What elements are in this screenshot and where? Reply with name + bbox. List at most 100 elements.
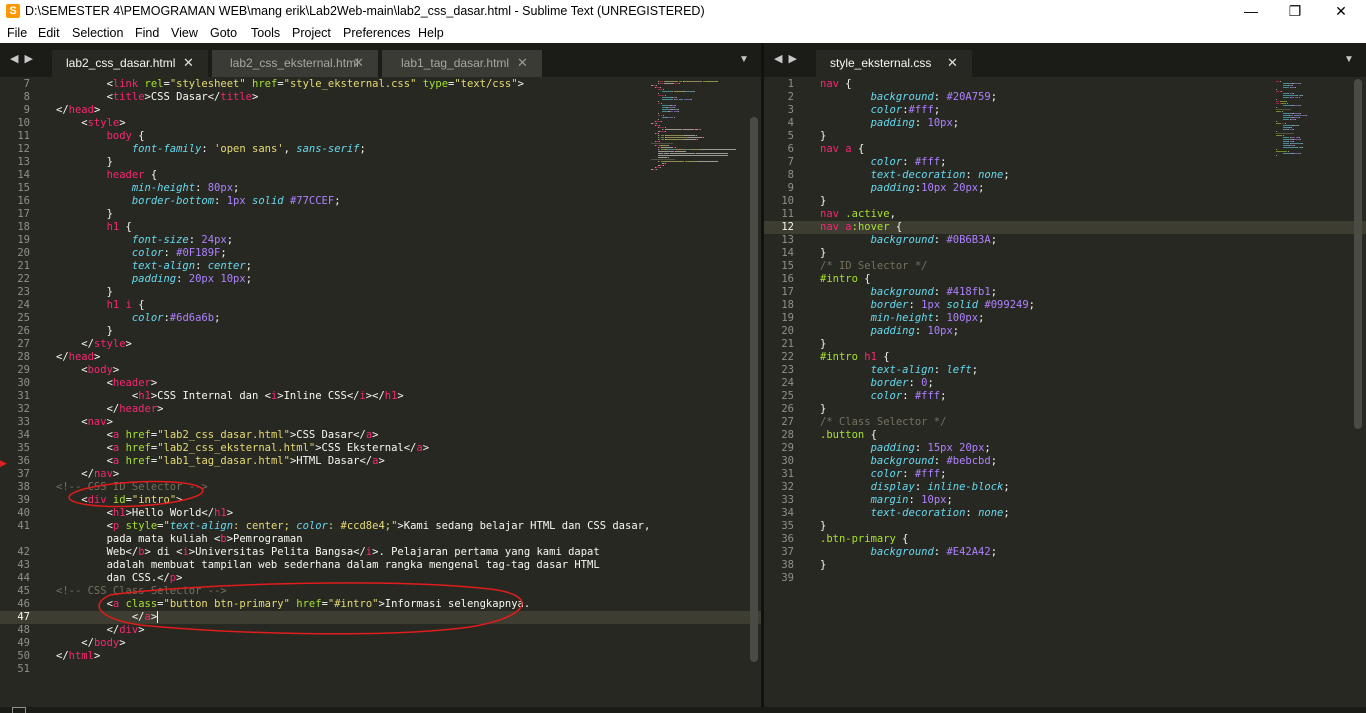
code-line[interactable]: 38 <!-- CSS ID Selector --> bbox=[0, 481, 761, 494]
close-tab-icon[interactable]: ✕ bbox=[517, 55, 528, 71]
vertical-scrollbar[interactable] bbox=[750, 117, 758, 662]
code-line[interactable]: 47 </a> bbox=[0, 611, 761, 624]
code-line[interactable]: 11 body { bbox=[0, 130, 761, 143]
code-line[interactable]: 38} bbox=[764, 559, 1366, 572]
code-line[interactable]: 35 <a href="lab2_css_eksternal.html">CSS… bbox=[0, 442, 761, 455]
code-line[interactable]: 16 border-bottom: 1px solid #77CCEF; bbox=[0, 195, 761, 208]
menu-edit[interactable]: Edit bbox=[38, 26, 60, 40]
code-line[interactable]: 40 <h1>Hello World</h1> bbox=[0, 507, 761, 520]
code-line[interactable]: 21 text-align: center; bbox=[0, 260, 761, 273]
code-line[interactable]: 16 #intro { bbox=[764, 273, 1366, 286]
code-line[interactable]: 32 </header> bbox=[0, 403, 761, 416]
vertical-scrollbar[interactable] bbox=[1354, 79, 1362, 429]
code-line[interactable]: 30 <header> bbox=[0, 377, 761, 390]
tab-nav-arrows-icon[interactable]: ◀▶ bbox=[10, 52, 39, 65]
code-line[interactable]: 27 </style> bbox=[0, 338, 761, 351]
code-line[interactable]: 12 nav a:hover { bbox=[764, 221, 1366, 234]
menu-view[interactable]: View bbox=[171, 26, 198, 40]
menu-selection[interactable]: Selection bbox=[72, 26, 123, 40]
tab-dropdown-icon[interactable]: ▼ bbox=[1344, 54, 1354, 65]
code-line[interactable]: 21} bbox=[764, 338, 1366, 351]
code-line[interactable]: 51 bbox=[0, 663, 761, 676]
code-line[interactable]: 30 background: #bebcbd; bbox=[764, 455, 1366, 468]
minimap[interactable] bbox=[1276, 77, 1366, 187]
menu-preferences[interactable]: Preferences bbox=[343, 26, 410, 40]
menu-file[interactable]: File bbox=[7, 26, 27, 40]
code-line[interactable]: 20 padding: 10px; bbox=[764, 325, 1366, 338]
code-line[interactable]: pada mata kuliah <b>Pemrograman bbox=[0, 533, 761, 546]
code-line[interactable]: 11 nav .active, bbox=[764, 208, 1366, 221]
code-line[interactable]: 20 color: #0F189F; bbox=[0, 247, 761, 260]
code-line[interactable]: 25 color: #fff; bbox=[764, 390, 1366, 403]
code-line[interactable]: 26} bbox=[764, 403, 1366, 416]
code-line[interactable]: 43 adalah membuat tampilan web sederhana… bbox=[0, 559, 761, 572]
code-line[interactable]: 10} bbox=[764, 195, 1366, 208]
code-line[interactable]: 12 font-family: 'open sans', sans-serif; bbox=[0, 143, 761, 156]
code-line[interactable]: 29 padding: 15px 20px; bbox=[764, 442, 1366, 455]
code-line[interactable]: 33 <nav> bbox=[0, 416, 761, 429]
code-line[interactable]: 29 <body> bbox=[0, 364, 761, 377]
code-line[interactable]: 35} bbox=[764, 520, 1366, 533]
code-line[interactable]: 15 /* ID Selector */ bbox=[764, 260, 1366, 273]
maximize-button[interactable]: ❐ bbox=[1272, 0, 1318, 23]
code-line[interactable]: 9 </head> bbox=[0, 104, 761, 117]
code-line[interactable]: 22 #intro h1 { bbox=[764, 351, 1366, 364]
minimize-button[interactable]: — bbox=[1228, 0, 1274, 23]
code-line[interactable]: 23 text-align: left; bbox=[764, 364, 1366, 377]
code-line[interactable]: 19 font-size: 24px; bbox=[0, 234, 761, 247]
code-line[interactable]: 46 <a class="button btn-primary" href="#… bbox=[0, 598, 761, 611]
code-line[interactable]: 36 .btn-primary { bbox=[764, 533, 1366, 546]
code-line[interactable]: 28 .button { bbox=[764, 429, 1366, 442]
code-line[interactable]: 14} bbox=[764, 247, 1366, 260]
code-line[interactable]: 36 <a href="lab1_tag_dasar.html">HTML Da… bbox=[0, 455, 761, 468]
code-line[interactable]: 34 text-decoration: none; bbox=[764, 507, 1366, 520]
code-line[interactable]: 31 color: #fff; bbox=[764, 468, 1366, 481]
code-line[interactable]: 19 min-height: 100px; bbox=[764, 312, 1366, 325]
tab-lab1-tag-dasar[interactable]: lab1_tag_dasar.html ✕ bbox=[382, 50, 542, 77]
code-line[interactable]: 18 h1 { bbox=[0, 221, 761, 234]
code-line[interactable]: 26 } bbox=[0, 325, 761, 338]
close-tab-icon[interactable]: ✕ bbox=[183, 55, 194, 71]
code-line[interactable]: 41 <p style="text-align: center; color: … bbox=[0, 520, 761, 533]
menu-goto[interactable]: Goto bbox=[210, 26, 237, 40]
code-line[interactable]: 27 /* Class Selector */ bbox=[764, 416, 1366, 429]
code-line[interactable]: 50 </html> bbox=[0, 650, 761, 663]
code-line[interactable]: 37 </nav> bbox=[0, 468, 761, 481]
code-line[interactable]: 24 h1 i { bbox=[0, 299, 761, 312]
tab-lab2-css-dasar[interactable]: lab2_css_dasar.html ✕ bbox=[52, 50, 208, 77]
panel-toggle-icon[interactable] bbox=[12, 707, 26, 713]
code-line[interactable]: 39 <div id="intro"> bbox=[0, 494, 761, 507]
close-tab-icon[interactable]: ✕ bbox=[353, 55, 364, 71]
code-line[interactable]: 31 <h1>CSS Internal dan <i>Inline CSS</i… bbox=[0, 390, 761, 403]
code-area[interactable]: 7 <link rel="stylesheet" href="style_eks… bbox=[0, 78, 761, 676]
code-line[interactable]: 28 </head> bbox=[0, 351, 761, 364]
tab-lab2-css-eksternal[interactable]: lab2_css_eksternal.html ✕ bbox=[212, 50, 378, 77]
code-line[interactable]: 49 </body> bbox=[0, 637, 761, 650]
code-line[interactable]: 24 border: 0; bbox=[764, 377, 1366, 390]
code-line[interactable]: 14 header { bbox=[0, 169, 761, 182]
code-line[interactable]: 37 background: #E42A42; bbox=[764, 546, 1366, 559]
code-line[interactable]: 48 </div> bbox=[0, 624, 761, 637]
right-editor-pane[interactable]: 1 nav {2 background: #20A759; 3 color:#fff… bbox=[764, 77, 1366, 707]
code-line[interactable]: 8 <title>CSS Dasar</title> bbox=[0, 91, 761, 104]
code-line[interactable]: 7 <link rel="stylesheet" href="style_eks… bbox=[0, 78, 761, 91]
code-line[interactable]: 45 <!-- CSS Class Selector --> bbox=[0, 585, 761, 598]
menu-find[interactable]: Find bbox=[135, 26, 159, 40]
tab-nav-arrows-icon[interactable]: ◀▶ bbox=[774, 52, 803, 65]
menu-tools[interactable]: Tools bbox=[251, 26, 280, 40]
code-line[interactable]: 42 Web</b> di <i>Universitas Pelita Bang… bbox=[0, 546, 761, 559]
code-line[interactable]: 39 bbox=[764, 572, 1366, 585]
code-line[interactable]: 13 } bbox=[0, 156, 761, 169]
code-line[interactable]: 18 border: 1px solid #099249; bbox=[764, 299, 1366, 312]
code-line[interactable]: 25 color:#6d6a6b; bbox=[0, 312, 761, 325]
close-tab-icon[interactable]: ✕ bbox=[947, 55, 958, 71]
code-line[interactable]: 33 margin: 10px; bbox=[764, 494, 1366, 507]
minimap[interactable] bbox=[651, 77, 741, 187]
menu-project[interactable]: Project bbox=[292, 26, 331, 40]
code-line[interactable]: 22 padding: 20px 10px; bbox=[0, 273, 761, 286]
code-line[interactable]: 32 display: inline-block; bbox=[764, 481, 1366, 494]
close-window-button[interactable]: ✕ bbox=[1318, 0, 1364, 23]
code-line[interactable]: 34 <a href="lab2_css_dasar.html">CSS Das… bbox=[0, 429, 761, 442]
code-line[interactable]: 23 } bbox=[0, 286, 761, 299]
code-line[interactable]: 15 min-height: 80px; bbox=[0, 182, 761, 195]
